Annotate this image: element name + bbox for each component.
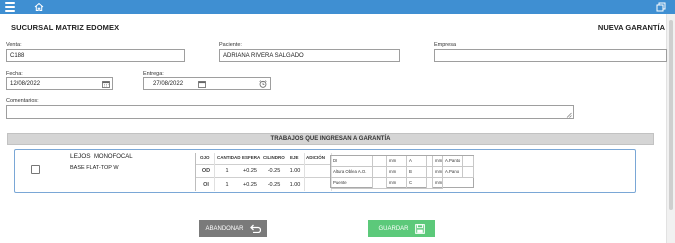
job-select-checkbox[interactable] [31, 165, 40, 174]
venta-label: Venta: [6, 42, 22, 48]
vertical-scrollbar[interactable] [666, 14, 675, 243]
row-oi-cantidad: 1 [225, 182, 229, 188]
row-oi-ojo: OI [203, 182, 209, 188]
resize-handle-icon[interactable] [566, 112, 572, 118]
hamburger-menu-icon[interactable] [5, 2, 15, 12]
apanto-label: A.Panto [443, 156, 463, 167]
top-navigation-bar [0, 0, 675, 14]
section-title-bar: TRABAJOS QUE INGRESAN A GARANTÍA [7, 133, 654, 145]
altura-label: Altura Oblea A.O. [331, 167, 373, 178]
rx-col-divider [214, 153, 215, 191]
puente-label: Puente [331, 178, 373, 189]
c-unit: mm [433, 178, 443, 189]
row-od-eje: 1.00 [289, 168, 301, 174]
col-header-eje: EJE [290, 155, 299, 160]
warranty-job-card: LEJOS MONOFOCAL BASE FLAT-TOP W OJO CANT… [14, 149, 636, 193]
lens-type: MONOFOCAL [93, 154, 133, 160]
row-oi-eje: 1.00 [289, 182, 301, 188]
save-button[interactable]: GUARDAR [368, 220, 435, 237]
branch-title: SUCURSAL MATRIZ EDOMEX [11, 23, 120, 32]
empresa-field[interactable] [434, 49, 667, 62]
col-header-esfera: ESFERA [242, 155, 261, 160]
col-header-cantidad: CANTIDAD [217, 155, 241, 160]
window-restore-icon[interactable] [656, 2, 666, 12]
a-label: A [407, 156, 427, 167]
col-header-cilindro: CILINDRO [263, 155, 285, 160]
abandon-label: ABANDONAR [205, 225, 244, 232]
clock-icon[interactable] [259, 80, 267, 88]
undo-arrow-icon [249, 224, 261, 233]
puente-input[interactable] [373, 178, 387, 189]
lens-material: BASE FLAT-TOP W [70, 165, 119, 171]
di-input[interactable] [373, 156, 387, 167]
scrollbar-thumb[interactable] [669, 20, 673, 210]
di-unit: mm [387, 156, 407, 167]
paciente-field[interactable]: ADRIANA RIVERA SALGADO [219, 49, 400, 62]
fecha-field[interactable]: 12/08/2022 [6, 77, 113, 90]
c-label: C [407, 178, 427, 189]
a-unit: mm [433, 156, 443, 167]
rx-divider [196, 177, 332, 178]
row-od-cantidad: 1 [225, 168, 229, 174]
b-label: B [407, 167, 427, 178]
row-od-cilindro: -0.25 [267, 168, 281, 174]
altura-input[interactable] [373, 167, 387, 178]
prescription-table: OJO CANTIDAD ESFERA CILINDRO EJE ADICIÓN… [195, 153, 332, 191]
row-od-esfera: +0.25 [243, 168, 257, 174]
altura-unit: mm [387, 167, 407, 178]
lens-distance: LEJOS [70, 153, 91, 160]
empresa-label: Empresa [434, 42, 457, 48]
col-header-ojo: OJO [200, 155, 210, 160]
rx-divider [196, 164, 332, 165]
apano-input[interactable] [463, 167, 474, 178]
comentarios-textarea[interactable] [6, 105, 574, 119]
floppy-disk-icon [414, 223, 425, 234]
puente-unit: mm [387, 178, 407, 189]
row-oi-cilindro: -0.25 [267, 182, 281, 188]
fecha-value: 12/08/2022 [10, 81, 41, 87]
measurements-table: DI mm A mm A.Panto Altura Oblea A.O. mm … [330, 155, 474, 189]
entrega-field[interactable]: 27/08/2022 [143, 77, 271, 90]
di-label: DI [331, 156, 373, 167]
lens-description: LEJOS MONOFOCAL [70, 153, 133, 160]
abandon-button[interactable]: ABANDONAR [199, 220, 267, 237]
venta-field[interactable]: C188 [6, 49, 185, 62]
page-mode-title: NUEVA GARANTÍA [597, 23, 665, 32]
apano-label: A.Pano [443, 167, 463, 178]
comentarios-label: Comentarios: [6, 98, 39, 104]
col-header-adicion: ADICIÓN [306, 155, 325, 160]
home-icon[interactable] [34, 2, 44, 12]
paciente-label: Paciente: [219, 42, 242, 48]
save-label: GUARDAR [378, 225, 409, 232]
apanto-input[interactable] [463, 156, 474, 167]
calendar-icon[interactable] [198, 80, 206, 88]
rx-col-divider [304, 153, 305, 191]
calendar-icon[interactable] [102, 80, 110, 88]
b-unit: mm [433, 167, 443, 178]
row-oi-esfera: +0.25 [243, 182, 257, 188]
entrega-value: 27/08/2022 [153, 81, 184, 87]
row-od-ojo: OD [201, 168, 211, 174]
